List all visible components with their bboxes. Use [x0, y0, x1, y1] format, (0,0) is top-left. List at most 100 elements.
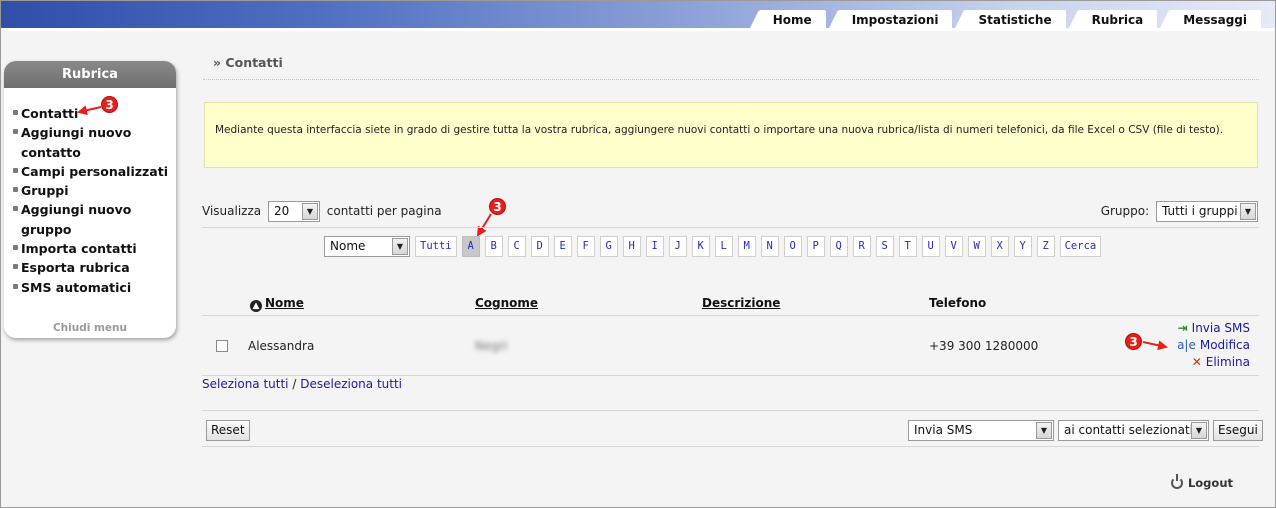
tab-rubrica[interactable]: Rubrica: [1068, 10, 1158, 28]
column-header-name[interactable]: ▲ Nome: [250, 296, 304, 312]
alpha-letter-s[interactable]: S: [875, 236, 894, 257]
row-checkbox[interactable]: [216, 340, 228, 352]
alpha-letter-d[interactable]: D: [530, 236, 549, 257]
reset-button[interactable]: Reset: [206, 420, 250, 441]
selection-separator: /: [292, 377, 297, 391]
column-header-description[interactable]: Descrizione: [702, 296, 780, 310]
bulk-action-select[interactable]: Invia SMS ▼: [908, 420, 1054, 441]
alpha-letter-x[interactable]: X: [990, 236, 1009, 257]
top-bar-divider: [1, 28, 1275, 31]
select-all-link[interactable]: Seleziona tutti: [202, 377, 289, 391]
chevron-down-icon: ▼: [1191, 422, 1207, 439]
alpha-letter-f[interactable]: F: [576, 236, 595, 257]
alpha-letter-o[interactable]: O: [783, 236, 802, 257]
delete-icon: ✕: [1191, 355, 1202, 369]
sidebar-item-label: Aggiungi nuovo contatto: [21, 125, 132, 160]
sidebar-item-aggiungi-gruppo[interactable]: Aggiungi nuovo gruppo: [13, 200, 170, 239]
alpha-letter-g[interactable]: G: [599, 236, 618, 257]
tab-impostazioni[interactable]: Impostazioni: [828, 10, 953, 28]
sidebar-item-contatti[interactable]: Contatti: [13, 104, 170, 123]
power-icon: [1170, 474, 1183, 489]
group-select[interactable]: Tutti i gruppi ▼: [1156, 201, 1258, 222]
alpha-letter-c[interactable]: C: [507, 236, 526, 257]
alpha-letter-n[interactable]: N: [760, 236, 779, 257]
app-window: Home Impostazioni Statistiche Rubrica Me…: [0, 0, 1276, 508]
bulk-top-divider: [202, 410, 1259, 411]
execute-button[interactable]: Esegui: [1213, 420, 1263, 441]
alpha-all-button[interactable]: Tutti: [415, 236, 457, 257]
chevron-down-icon: ▼: [1036, 422, 1052, 439]
column-label: Nome: [265, 296, 304, 310]
cell-surname: Negri: [475, 339, 508, 353]
arrow-to-modifica: [1142, 340, 1168, 351]
arrow-to-letter-a: [476, 213, 492, 237]
alpha-letter-h[interactable]: H: [622, 236, 641, 257]
per-page-value: 20: [273, 204, 290, 218]
alpha-letter-e[interactable]: E: [553, 236, 572, 257]
bulk-bottom-divider: [202, 446, 1259, 447]
bulk-target-value: ai contatti selezionati: [1064, 423, 1193, 437]
alpha-letter-l[interactable]: L: [714, 236, 733, 257]
deselect-all-link[interactable]: Deseleziona tutti: [300, 377, 402, 391]
alpha-letter-u[interactable]: U: [921, 236, 940, 257]
close-menu-link[interactable]: Chiudi menu: [4, 322, 176, 334]
tab-statistiche[interactable]: Statistiche: [955, 10, 1066, 28]
delete-action[interactable]: ✕ Elimina: [1192, 355, 1250, 369]
edit-icon: a|e: [1177, 338, 1196, 352]
tab-messaggi[interactable]: Messaggi: [1160, 10, 1261, 28]
top-bar: Home Impostazioni Statistiche Rubrica Me…: [1, 1, 1275, 28]
sidebar-item-gruppi[interactable]: Gruppi: [13, 181, 170, 200]
group-label: Gruppo:: [1100, 204, 1150, 218]
alpha-letter-k[interactable]: K: [691, 236, 710, 257]
alpha-letter-j[interactable]: J: [668, 236, 687, 257]
alpha-letter-w[interactable]: W: [967, 236, 986, 257]
alpha-letter-r[interactable]: R: [852, 236, 871, 257]
delete-label: Elimina: [1205, 355, 1250, 369]
alpha-letter-p[interactable]: P: [806, 236, 825, 257]
alpha-letter-i[interactable]: I: [645, 236, 664, 257]
sidebar-item-esporta-rubrica[interactable]: Esporta rubrica: [13, 258, 170, 277]
chevron-down-icon: ▼: [1240, 203, 1256, 220]
sidebar-item-label: Contatti: [21, 106, 79, 121]
chevron-down-icon: ▼: [301, 203, 318, 220]
send-sms-action[interactable]: ⇥ Invia SMS: [1178, 321, 1250, 335]
sidebar: Rubrica Contatti Aggiungi nuovo contatto…: [4, 61, 176, 338]
step-marker: 3: [101, 96, 118, 113]
column-header-surname[interactable]: Cognome: [475, 296, 538, 310]
bulk-target-select[interactable]: ai contatti selezionati ▼: [1058, 420, 1209, 441]
sidebar-item-aggiungi-contatto[interactable]: Aggiungi nuovo contatto: [13, 123, 170, 162]
alpha-letter-m[interactable]: M: [737, 236, 756, 257]
selection-links: Seleziona tutti / Deseleziona tutti: [202, 377, 402, 391]
edit-label: Modifica: [1199, 338, 1250, 352]
send-sms-label: Invia SMS: [1191, 321, 1250, 335]
alpha-letter-q[interactable]: Q: [829, 236, 848, 257]
alpha-letter-a[interactable]: A: [461, 236, 480, 257]
step-marker: 3: [1125, 333, 1142, 350]
sidebar-item-label: Esporta rubrica: [21, 260, 130, 276]
alpha-letter-z[interactable]: Z: [1036, 236, 1055, 257]
page-title: » Contatti: [213, 55, 283, 70]
alpha-field-value: Nome: [330, 239, 366, 253]
logout-link[interactable]: Logout: [1170, 474, 1233, 490]
table-row-divider: [202, 375, 1259, 376]
sidebar-item-label: Gruppi: [21, 183, 69, 199]
sort-up-icon: ▲: [250, 300, 262, 312]
group-value: Tutti i gruppi: [1162, 204, 1238, 218]
alpha-field-select[interactable]: Nome ▼: [324, 236, 410, 257]
alpha-letter-v[interactable]: V: [944, 236, 963, 257]
column-header-phone: Telefono: [929, 296, 987, 310]
sidebar-item-importa-contatti[interactable]: Importa contatti: [13, 239, 170, 258]
sidebar-item-sms-automatici[interactable]: SMS automatici: [13, 278, 170, 297]
sidebar-item-campi-personalizzati[interactable]: Campi personalizzati: [13, 162, 170, 181]
per-page-select[interactable]: 20 ▼: [267, 201, 320, 222]
sidebar-item-label: Aggiungi nuovo gruppo: [21, 202, 132, 237]
tab-home[interactable]: Home: [749, 10, 826, 28]
alpha-letter-t[interactable]: T: [898, 236, 917, 257]
main-tabs: Home Impostazioni Statistiche Rubrica Me…: [747, 10, 1261, 28]
alpha-letter-b[interactable]: B: [484, 236, 503, 257]
search-button[interactable]: Cerca: [1059, 236, 1102, 257]
alpha-letter-y[interactable]: Y: [1013, 236, 1032, 257]
edit-action[interactable]: a|e Modifica: [1177, 338, 1250, 352]
step-marker: 3: [489, 198, 506, 215]
cell-phone: +39 300 1280000: [929, 339, 1039, 353]
